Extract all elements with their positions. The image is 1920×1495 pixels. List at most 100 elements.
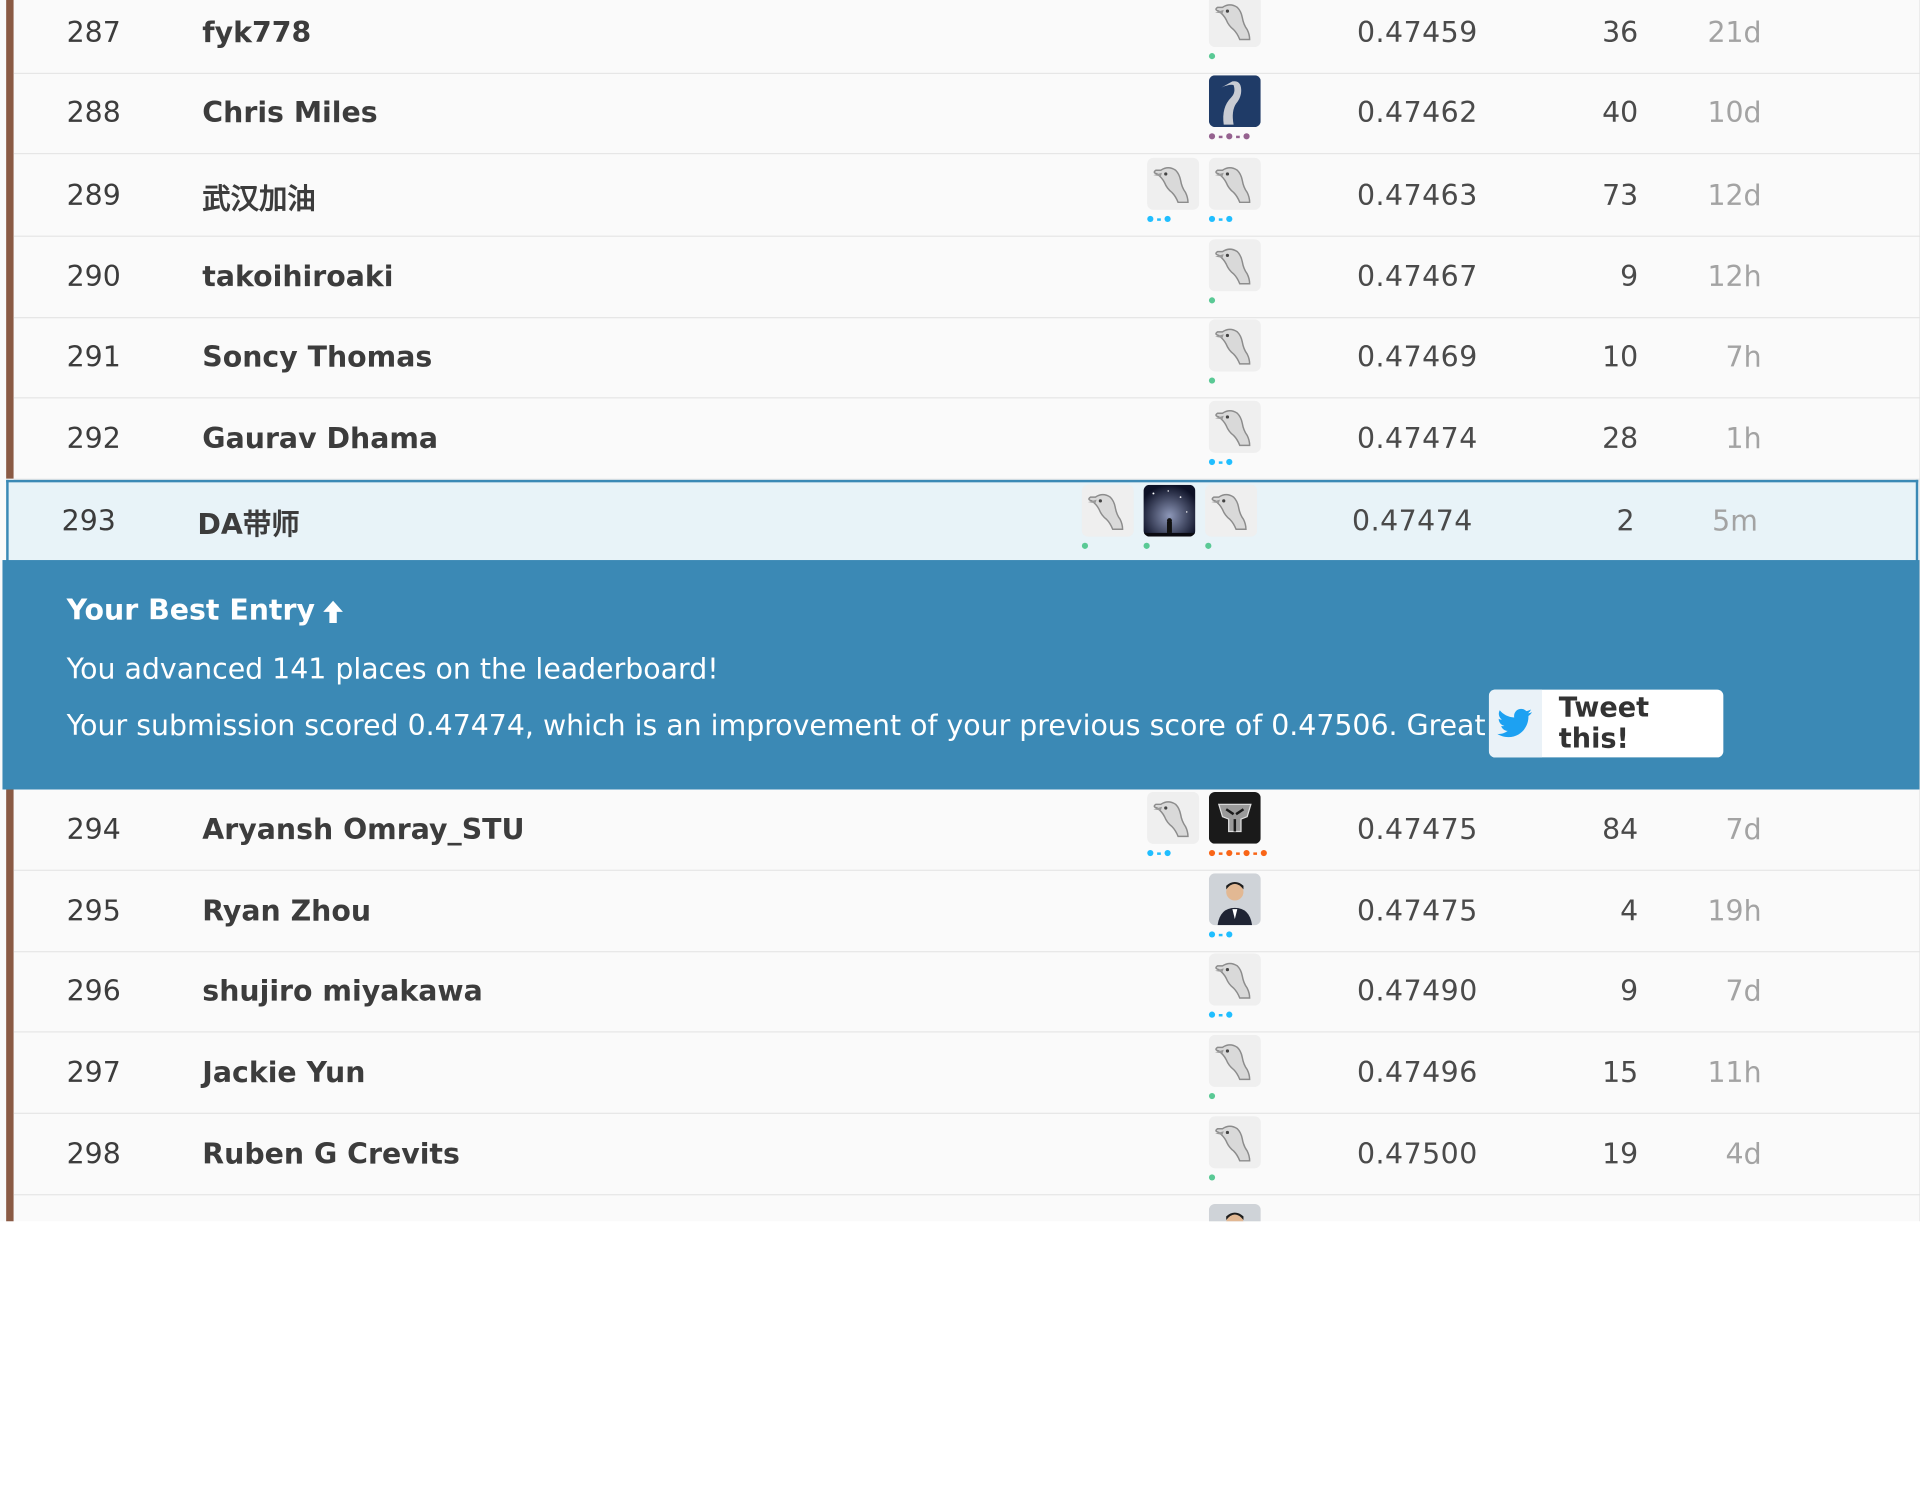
team-name-link[interactable]: shujiro miyakawa bbox=[202, 975, 482, 1007]
team-member-0[interactable] bbox=[1208, 400, 1261, 474]
entries-cell: 40 bbox=[1602, 96, 1639, 129]
transformers-logo-icon[interactable] bbox=[1208, 791, 1261, 844]
team-name-link[interactable]: Ruben G Crevits bbox=[202, 1138, 460, 1170]
team-name-link[interactable]: DA带师 bbox=[197, 501, 299, 543]
team-member-0[interactable] bbox=[1147, 157, 1200, 231]
team-member-0[interactable] bbox=[1208, 238, 1261, 312]
person-portrait-icon[interactable] bbox=[1208, 873, 1261, 926]
team-member-1[interactable] bbox=[1143, 484, 1196, 558]
team-members bbox=[1208, 872, 1261, 946]
leaderboard-row[interactable]: 290 takoihiroaki 0.47467 9 12h bbox=[13, 237, 1920, 319]
score-cell: 0.47475 bbox=[1356, 813, 1478, 846]
team-member-0[interactable] bbox=[1147, 791, 1200, 865]
team-member-0[interactable] bbox=[1208, 952, 1261, 1026]
team-name-link[interactable]: Chris Miles bbox=[202, 97, 377, 129]
last-submission-cell: 7d bbox=[1725, 975, 1762, 1008]
kaggle-default-icon[interactable] bbox=[1081, 484, 1134, 537]
leaderboard-row[interactable]: 294 Aryansh Omray_STU 0.47475 84 7d bbox=[13, 790, 1920, 871]
team-members bbox=[1208, 318, 1261, 392]
score-cell: 0.47496 bbox=[1356, 1056, 1478, 1089]
kaggle-default-icon[interactable] bbox=[1208, 1034, 1261, 1087]
rank-cell: 296 bbox=[66, 975, 121, 1008]
score-cell: 0.47462 bbox=[1356, 96, 1478, 129]
rank-cell: 291 bbox=[66, 341, 121, 374]
kaggle-default-icon[interactable] bbox=[1208, 400, 1261, 453]
entries-cell: 15 bbox=[1602, 1056, 1639, 1089]
score-cell: 0.47469 bbox=[1356, 341, 1478, 374]
team-member-2[interactable] bbox=[1205, 484, 1258, 558]
kaggle-default-icon[interactable] bbox=[1147, 157, 1200, 210]
tier-contributor-icon bbox=[1147, 849, 1171, 857]
last-submission-cell: 12d bbox=[1707, 179, 1762, 212]
rank-cell: 292 bbox=[66, 422, 121, 455]
leaderboard-row[interactable]: 291 Soncy Thomas 0.47469 10 7h bbox=[13, 317, 1920, 399]
team-name-link[interactable]: Soncy Thomas bbox=[202, 341, 432, 373]
last-submission-cell: 11h bbox=[1707, 1056, 1762, 1089]
entries-cell: 4 bbox=[1620, 894, 1639, 928]
tier-contributor-icon bbox=[1208, 458, 1233, 466]
rank-cell: 290 bbox=[66, 260, 121, 293]
tier-master-icon bbox=[1208, 133, 1250, 140]
banner-advance-text: You advanced 141 places on the leaderboa… bbox=[66, 653, 719, 686]
starry-sky-photo-icon[interactable] bbox=[1143, 484, 1196, 537]
score-cell: 0.47500 bbox=[1356, 1137, 1478, 1171]
score-cell: 0.47459 bbox=[1356, 16, 1478, 49]
team-name-link[interactable]: 武汉加油 bbox=[202, 175, 315, 217]
kaggle-default-icon[interactable] bbox=[1147, 791, 1200, 844]
leaderboard-row-partial[interactable] bbox=[14, 1195, 1920, 1222]
team-name-link[interactable]: Gaurav Dhama bbox=[202, 423, 438, 455]
score-cell: 0.47474 bbox=[1356, 422, 1478, 455]
leaderboard-row[interactable]: 288 Chris Miles 0.47462 40 10d bbox=[13, 73, 1920, 155]
team-name-link[interactable]: takoihiroaki bbox=[202, 261, 393, 293]
heron-photo-icon[interactable] bbox=[1208, 75, 1261, 128]
team-member-0[interactable] bbox=[1208, 1203, 1261, 1222]
team-member-1[interactable] bbox=[1208, 157, 1261, 231]
team-member-1[interactable] bbox=[1208, 791, 1267, 865]
leaderboard-row[interactable]: 297 Jackie Yun 0.47496 15 11h bbox=[13, 1033, 1920, 1114]
leaderboard-row[interactable]: 295 Ryan Zhou 0.47475 4 19h bbox=[13, 871, 1920, 953]
team-member-0[interactable] bbox=[1208, 0, 1261, 68]
team-name-link[interactable]: Aryansh Omray_STU bbox=[202, 814, 524, 846]
score-cell: 0.47474 bbox=[1352, 505, 1473, 538]
twitter-bird-icon bbox=[1488, 689, 1542, 758]
rank-cell: 287 bbox=[66, 16, 121, 49]
team-name-link[interactable]: fyk778 bbox=[202, 17, 311, 49]
kaggle-default-icon[interactable] bbox=[1208, 239, 1261, 292]
leaderboard-row[interactable]: 287 fyk778 0.47459 36 21d bbox=[13, 0, 1920, 75]
leaderboard-row[interactable]: 289 武汉加油 0.47463 73 12d bbox=[13, 155, 1920, 237]
leaderboard-row[interactable]: 292 Gaurav Dhama 0.47474 28 1h bbox=[13, 398, 1920, 480]
person-portrait-icon[interactable] bbox=[1208, 1203, 1261, 1222]
last-submission-cell: 12h bbox=[1707, 260, 1762, 293]
team-member-0[interactable] bbox=[1081, 484, 1134, 558]
team-member-0[interactable] bbox=[1208, 872, 1261, 946]
kaggle-default-icon[interactable] bbox=[1208, 0, 1261, 47]
team-stripe bbox=[6, 0, 14, 479]
entries-cell: 84 bbox=[1602, 813, 1639, 846]
team-stripe bbox=[6, 789, 14, 1222]
kaggle-default-icon[interactable] bbox=[1208, 1116, 1261, 1169]
entries-cell: 19 bbox=[1602, 1137, 1639, 1171]
leaderboard-row[interactable]: 298 Ruben G Crevits 0.47500 19 4d bbox=[13, 1114, 1920, 1196]
leaderboard-row-self[interactable]: 293 DA带师 0.47474 2 5m bbox=[6, 479, 1919, 562]
tier-grandmaster-icon bbox=[1208, 849, 1267, 857]
team-member-0[interactable] bbox=[1208, 74, 1261, 148]
rank-cell: 294 bbox=[66, 813, 121, 846]
entries-cell: 36 bbox=[1602, 16, 1639, 49]
tweet-button[interactable]: Tweet this! bbox=[1488, 689, 1724, 758]
kaggle-default-icon[interactable] bbox=[1208, 953, 1261, 1006]
tier-contributor-icon bbox=[1147, 215, 1171, 223]
kaggle-default-icon[interactable] bbox=[1208, 319, 1261, 372]
kaggle-default-icon[interactable] bbox=[1205, 484, 1258, 537]
team-member-0[interactable] bbox=[1208, 1034, 1261, 1108]
team-name-link[interactable]: Jackie Yun bbox=[202, 1057, 365, 1089]
team-member-0[interactable] bbox=[1208, 1115, 1261, 1189]
rank-cell: 297 bbox=[66, 1056, 121, 1089]
team-name-link[interactable]: Ryan Zhou bbox=[202, 895, 371, 927]
kaggle-default-icon[interactable] bbox=[1208, 157, 1261, 210]
last-submission-cell: 7h bbox=[1725, 341, 1762, 374]
tier-novice-icon bbox=[1208, 297, 1216, 304]
leaderboard-row[interactable]: 296 shujiro miyakawa 0.47490 9 7d bbox=[13, 951, 1920, 1033]
team-members bbox=[1208, 952, 1261, 1026]
team-members bbox=[1208, 1034, 1261, 1108]
team-member-0[interactable] bbox=[1208, 318, 1261, 392]
